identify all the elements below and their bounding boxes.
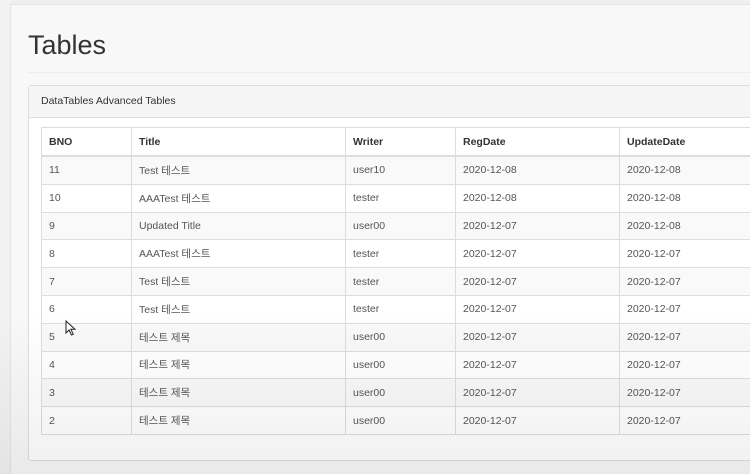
cell-bno: 11 bbox=[41, 155, 132, 185]
tables-panel: DataTables Advanced Tables BNO Title Wri… bbox=[28, 85, 750, 461]
table-row[interactable]: 9 Updated Title user00 2020-12-07 2020-12-08 bbox=[41, 211, 750, 241]
page: Tables DataTables Advanced Tables BNO Ti… bbox=[0, 0, 750, 474]
table-row[interactable]: 8 AAATest 테스트 tester 2020-12-07 2020-12-07 bbox=[41, 239, 750, 269]
column-header-regdate[interactable]: RegDate bbox=[455, 127, 620, 157]
cell-title[interactable]: Updated Title bbox=[131, 211, 346, 241]
mouse-pointer-icon bbox=[65, 320, 77, 336]
cell-writer: user10 bbox=[345, 155, 456, 185]
cell-writer: tester bbox=[345, 239, 456, 269]
cell-writer: user00 bbox=[345, 406, 456, 435]
cell-title[interactable]: Test 테스트 bbox=[131, 294, 346, 324]
cell-title[interactable]: Test 테스트 bbox=[131, 267, 346, 296]
cell-updatedate: 2020-12-07 bbox=[619, 350, 750, 380]
table-row[interactable]: 2 테스트 제목 user00 2020-12-07 2020-12-07 bbox=[41, 406, 750, 435]
cell-bno: 7 bbox=[41, 267, 132, 296]
column-header-writer[interactable]: Writer bbox=[345, 127, 456, 157]
cell-regdate: 2020-12-07 bbox=[455, 350, 620, 380]
table-row[interactable]: 4 테스트 제목 user00 2020-12-07 2020-12-07 bbox=[41, 350, 750, 380]
cell-updatedate: 2020-12-07 bbox=[619, 406, 750, 435]
cell-bno: 4 bbox=[41, 350, 132, 380]
table-row[interactable]: 10 AAATest 테스트 tester 2020-12-08 2020-12-08 bbox=[41, 183, 750, 213]
cell-bno: 6 bbox=[41, 294, 132, 324]
cell-updatedate: 2020-12-07 bbox=[619, 294, 750, 324]
cell-regdate: 2020-12-07 bbox=[455, 239, 620, 269]
panel-body: BNO Title Writer RegDate UpdateDate 11 Te… bbox=[41, 127, 750, 435]
cell-title[interactable]: AAATest 테스트 bbox=[131, 183, 346, 213]
table-row[interactable]: 5 테스트 제목 user00 2020-12-07 2020-12-07 bbox=[41, 322, 750, 352]
cell-title[interactable]: 테스트 제목 bbox=[131, 322, 346, 352]
cell-bno: 8 bbox=[41, 239, 132, 269]
cell-bno: 9 bbox=[41, 211, 132, 241]
cell-updatedate: 2020-12-08 bbox=[619, 183, 750, 213]
cell-bno: 3 bbox=[41, 378, 132, 408]
cell-title[interactable]: AAATest 테스트 bbox=[131, 239, 346, 269]
column-header-updatedate[interactable]: UpdateDate bbox=[619, 127, 750, 157]
cell-regdate: 2020-12-08 bbox=[455, 155, 620, 185]
cell-regdate: 2020-12-07 bbox=[455, 211, 620, 241]
sidebar-edge bbox=[0, 0, 11, 474]
cell-title[interactable]: Test 테스트 bbox=[131, 155, 346, 185]
cell-bno: 2 bbox=[41, 406, 132, 435]
cell-writer: tester bbox=[345, 267, 456, 296]
page-header: Tables bbox=[28, 20, 750, 73]
table-row[interactable]: 6 Test 테스트 tester 2020-12-07 2020-12-07 bbox=[41, 294, 750, 324]
table-row[interactable]: 7 Test 테스트 tester 2020-12-07 2020-12-07 bbox=[41, 267, 750, 296]
cell-updatedate: 2020-12-08 bbox=[619, 211, 750, 241]
cell-regdate: 2020-12-07 bbox=[455, 322, 620, 352]
table-row[interactable]: 3 테스트 제목 user00 2020-12-07 2020-12-07 bbox=[41, 378, 750, 408]
table-row[interactable]: 11 Test 테스트 user10 2020-12-08 2020-12-08 bbox=[41, 155, 750, 185]
cell-writer: user00 bbox=[345, 211, 456, 241]
cell-updatedate: 2020-12-07 bbox=[619, 378, 750, 408]
cell-updatedate: 2020-12-08 bbox=[619, 155, 750, 185]
cell-title[interactable]: 테스트 제목 bbox=[131, 350, 346, 380]
cell-regdate: 2020-12-07 bbox=[455, 378, 620, 408]
column-header-title[interactable]: Title bbox=[131, 127, 346, 157]
cell-bno: 10 bbox=[41, 183, 132, 213]
cell-writer: tester bbox=[345, 294, 456, 324]
top-navbar bbox=[10, 0, 750, 5]
board-table: BNO Title Writer RegDate UpdateDate 11 Te… bbox=[41, 127, 750, 435]
cell-bno: 5 bbox=[41, 322, 132, 352]
column-header-bno[interactable]: BNO bbox=[41, 127, 132, 157]
cell-updatedate: 2020-12-07 bbox=[619, 267, 750, 296]
cell-regdate: 2020-12-07 bbox=[455, 294, 620, 324]
cell-regdate: 2020-12-08 bbox=[455, 183, 620, 213]
cell-updatedate: 2020-12-07 bbox=[619, 239, 750, 269]
page-title: Tables bbox=[28, 30, 107, 60]
cell-title[interactable]: 테스트 제목 bbox=[131, 406, 346, 435]
table-body: 11 Test 테스트 user10 2020-12-08 2020-12-08 10 AA… bbox=[41, 155, 750, 435]
cell-writer: user00 bbox=[345, 378, 456, 408]
cell-updatedate: 2020-12-07 bbox=[619, 322, 750, 352]
cell-writer: user00 bbox=[345, 350, 456, 380]
cell-title[interactable]: 테스트 제목 bbox=[131, 378, 346, 408]
cell-regdate: 2020-12-07 bbox=[455, 406, 620, 435]
cell-writer: user00 bbox=[345, 322, 456, 352]
panel-heading: DataTables Advanced Tables bbox=[29, 86, 750, 118]
table-header-row: BNO Title Writer RegDate UpdateDate bbox=[41, 127, 750, 157]
cell-regdate: 2020-12-07 bbox=[455, 267, 620, 296]
cell-writer: tester bbox=[345, 183, 456, 213]
